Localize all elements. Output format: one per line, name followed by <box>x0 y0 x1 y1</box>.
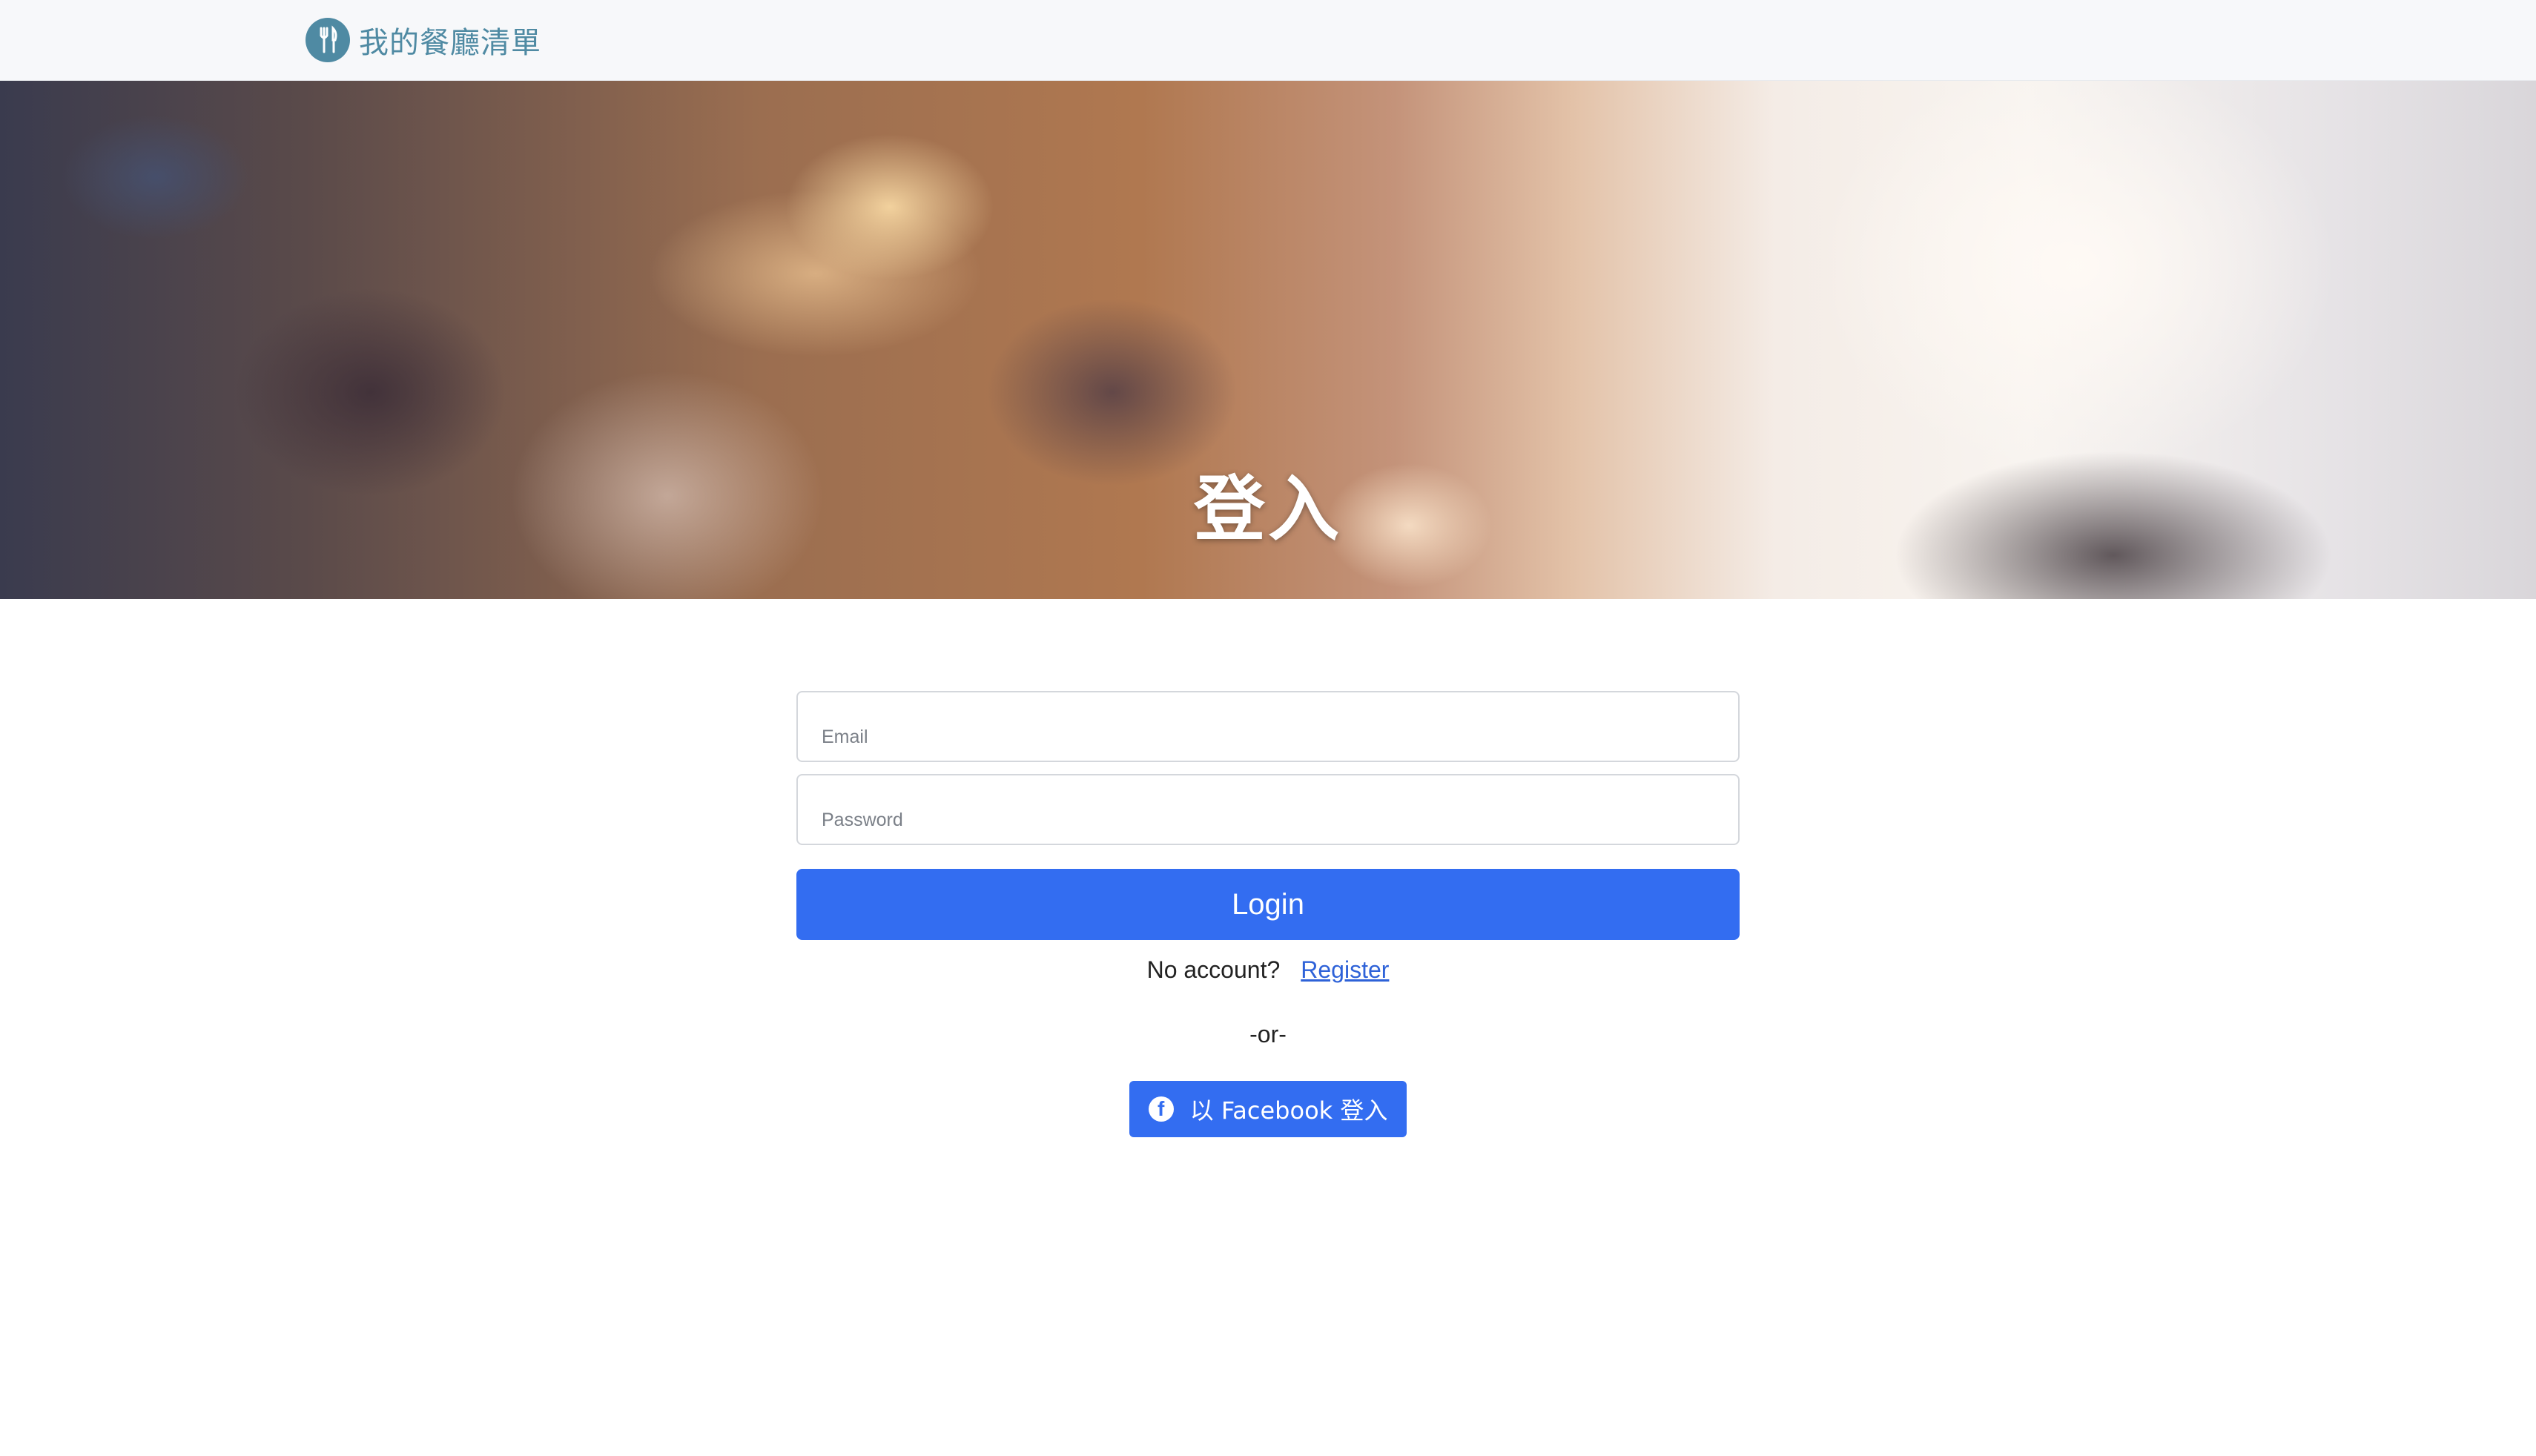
register-prompt: No account? Register <box>796 956 1740 984</box>
register-link[interactable]: Register <box>1301 956 1389 983</box>
login-form: Login No account? Register -or- f 以 Faceb… <box>796 691 1740 1137</box>
hero-title-wrap: 登入 <box>0 81 2536 599</box>
navbar: 我的餐廳清單 <box>0 0 2536 81</box>
facebook-icon: f <box>1148 1096 1174 1122</box>
brand-title: 我的餐廳清單 <box>359 26 541 60</box>
password-field-wrap <box>796 774 1740 845</box>
no-account-text: No account? <box>1146 956 1281 983</box>
facebook-login-button[interactable]: f 以 Facebook 登入 <box>1129 1081 1407 1137</box>
brand-link[interactable]: 我的餐廳清單 <box>306 18 541 62</box>
utensils-icon <box>306 18 350 62</box>
email-field[interactable] <box>798 692 1738 761</box>
login-button[interactable]: Login <box>796 869 1740 940</box>
password-field[interactable] <box>798 775 1738 844</box>
email-field-wrap <box>796 691 1740 762</box>
page-title: 登入 <box>1194 468 1342 551</box>
hero-banner: 登入 <box>0 81 2536 599</box>
facebook-login-label: 以 Facebook 登入 <box>1189 1096 1388 1125</box>
facebook-login-wrap: f 以 Facebook 登入 <box>796 1081 1740 1137</box>
or-divider: -or- <box>1249 1021 1287 1048</box>
